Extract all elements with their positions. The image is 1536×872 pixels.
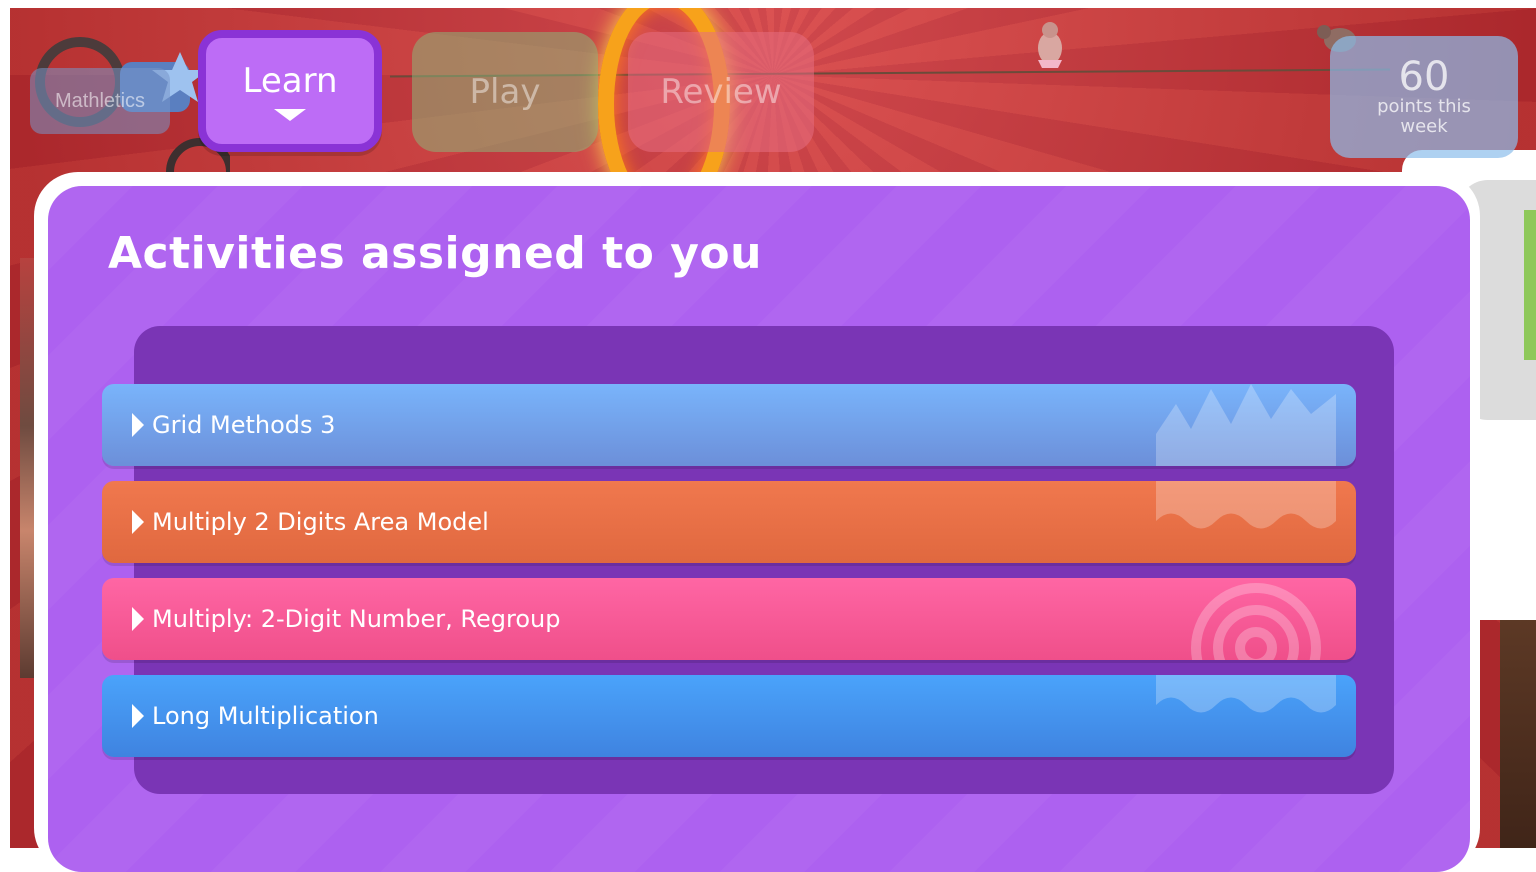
activity-item[interactable]: Grid Methods 3	[102, 384, 1356, 466]
activity-label: Multiply: 2-Digit Number, Regroup	[152, 605, 561, 633]
spiral-decoration	[1191, 583, 1321, 660]
points-label: points this week	[1377, 96, 1471, 137]
mouse-illustration	[1038, 22, 1062, 68]
tab-review[interactable]: Review	[628, 32, 814, 152]
page-title: Activities assigned to you	[108, 228, 762, 279]
play-arrow-icon	[132, 607, 144, 631]
activities-panel: Activities assigned to you Grid Methods …	[34, 172, 1480, 872]
activity-label: Long Multiplication	[152, 702, 379, 730]
activity-label: Multiply 2 Digits Area Model	[152, 508, 489, 536]
tab-learn[interactable]: Learn	[198, 30, 382, 152]
wave-decoration	[1156, 481, 1336, 529]
activity-item[interactable]: Long Multiplication	[102, 675, 1356, 757]
points-value: 60	[1398, 54, 1450, 100]
side-panel-accent	[1524, 210, 1536, 360]
play-arrow-icon	[132, 510, 144, 534]
logo-text: Mathletics	[54, 89, 146, 112]
activity-item[interactable]: Multiply 2 Digits Area Model	[102, 481, 1356, 563]
tab-label: Review	[660, 72, 782, 112]
tab-play[interactable]: Play	[412, 32, 598, 152]
play-arrow-icon	[132, 413, 144, 437]
mathletics-logo[interactable]: Mathletics	[30, 68, 170, 134]
background-decoration	[1500, 608, 1536, 848]
activity-item[interactable]: Multiply: 2-Digit Number, Regroup	[102, 578, 1356, 660]
activity-label: Grid Methods 3	[152, 411, 336, 439]
points-badge[interactable]: 60 points this week	[1330, 36, 1518, 158]
zigzag-decoration	[1156, 384, 1336, 466]
activities-panel-body: Activities assigned to you Grid Methods …	[48, 186, 1470, 872]
chevron-down-icon	[274, 109, 306, 121]
tab-label: Learn	[242, 61, 338, 101]
tab-label: Play	[469, 72, 541, 112]
wave-decoration	[1156, 675, 1336, 713]
play-arrow-icon	[132, 704, 144, 728]
